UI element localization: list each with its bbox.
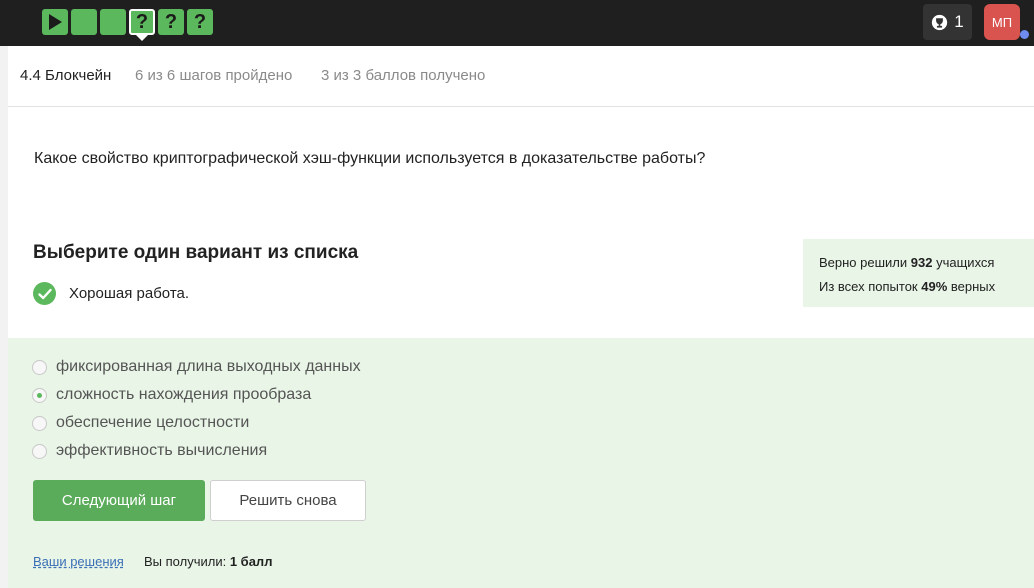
option-label: сложность нахождения прообраза [56,386,312,403]
lesson-header: 4.4 Блокчейн 6 из 6 шагов пройдено 3 из … [8,46,1034,107]
step-6[interactable]: ? [187,9,213,35]
radio-button[interactable] [32,359,47,375]
trophy-count: 1 [954,12,964,31]
solved-suffix: учащихся [936,255,995,270]
result-value: 1 балл [229,554,273,569]
option-1[interactable]: фиксированная длина выходных данных [32,358,361,376]
radio-button[interactable] [32,415,47,431]
score-progress: 3 из 3 баллов получено [321,67,486,84]
next-step-button[interactable]: Следующий шаг [33,480,205,521]
step-2[interactable] [71,9,97,35]
feedback-text: Хорошая работа. [69,285,190,302]
question-mark-icon: ? [164,11,178,33]
your-solutions-link[interactable]: Ваши решения [33,554,124,569]
check-circle-icon [33,282,56,305]
lesson-title[interactable]: 4.4 Блокчейн [20,67,111,84]
trophy-icon [932,14,948,30]
top-bar: ? ? ? 1 МП [0,0,1034,46]
step-5[interactable]: ? [158,9,184,35]
result-prefix: Вы получили: [144,554,227,569]
step-3[interactable] [100,9,126,35]
option-label: обеспечение целостности [56,414,250,431]
step-4-current[interactable]: ? [129,9,155,41]
solved-stat: Верно решили 932 учащихся [819,251,1034,275]
steps-progress: 6 из 6 шагов пройдено [135,67,293,84]
attempts-percent: 49% [921,279,948,294]
step-navigation: ? ? ? [42,9,216,41]
points-result: Вы получили: 1 балл [144,554,272,569]
radio-button-selected[interactable] [32,387,47,403]
step-1-video[interactable] [42,9,68,35]
online-status-dot [1020,30,1029,39]
choose-heading: Выберите один вариант из списка [33,242,359,263]
attempts-suffix: верных [950,279,996,294]
question-mark-icon: ? [193,11,207,33]
attempts-stat: Из всех попыток 49% верных [819,275,1034,299]
question-text: Какое свойство криптографической хэш-фун… [34,150,706,167]
stats-box: Верно решили 932 учащихся Из всех попыто… [803,239,1034,307]
option-2[interactable]: сложность нахождения прообраза [32,386,311,404]
user-avatar[interactable]: МП [984,4,1020,40]
option-label: эффективность вычисления [56,442,268,459]
feedback: Хорошая работа. [33,282,189,305]
solved-count: 932 [910,255,933,270]
solved-prefix: Верно решили [819,255,908,270]
answers-area: фиксированная длина выходных данных слож… [8,338,1034,588]
lesson-panel: 4.4 Блокчейн 6 из 6 шагов пройдено 3 из … [8,46,1034,588]
option-label: фиксированная длина выходных данных [56,358,361,375]
option-4[interactable]: эффективность вычисления [32,442,267,460]
retry-button[interactable]: Решить снова [210,480,366,521]
play-icon [49,14,62,30]
attempts-prefix: Из всех попыток [819,279,918,294]
option-3[interactable]: обеспечение целостности [32,414,249,432]
question-mark-icon: ? [135,11,149,33]
radio-button[interactable] [32,443,47,459]
achievements-button[interactable]: 1 [923,4,972,40]
